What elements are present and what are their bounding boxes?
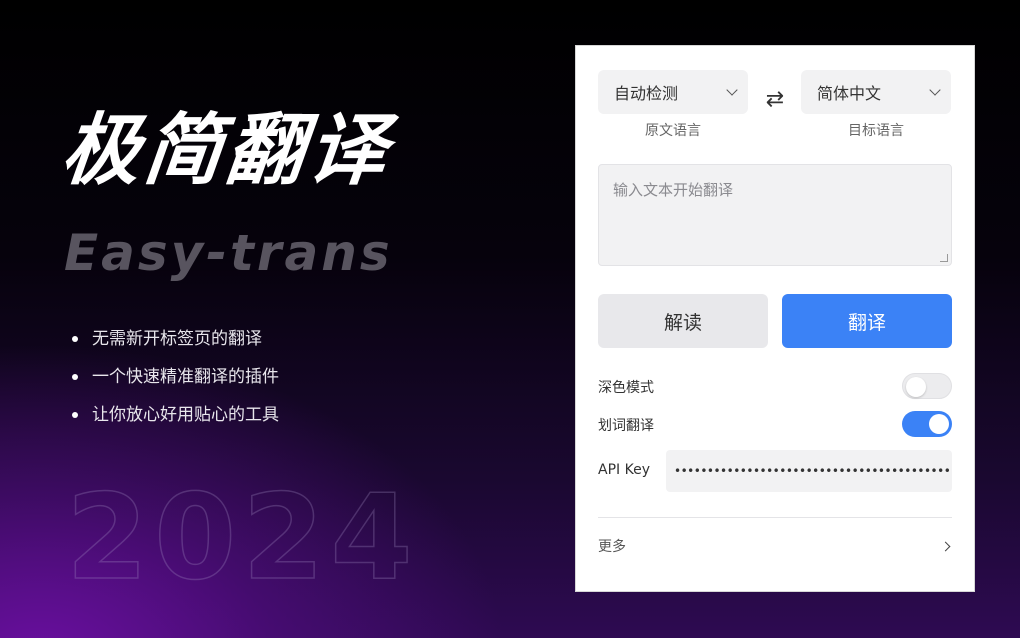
translate-button[interactable]: 翻译 — [782, 294, 952, 348]
translator-panel: 自动检测 ⇄ 简体中文 原文语言 目标语言 输入文本开始翻译 解读 翻译 深色模… — [575, 45, 975, 592]
feature-item: 一个快速精准翻译的插件 — [72, 366, 279, 404]
bullet-dot-icon — [72, 336, 78, 342]
dark-mode-label: 深色模式 — [598, 380, 654, 396]
word-select-toggle[interactable] — [902, 411, 952, 437]
api-key-label: API Key — [598, 462, 650, 478]
source-language-select[interactable]: 自动检测 — [598, 70, 748, 114]
feature-item: 让你放心好用贴心的工具 — [72, 404, 279, 442]
hero-subtitle: Easy-trans — [64, 224, 393, 282]
toggle-knob — [906, 377, 926, 397]
explain-button[interactable]: 解读 — [598, 294, 768, 348]
target-language-value: 简体中文 — [817, 84, 882, 103]
more-link-label[interactable]: 更多 — [598, 536, 626, 556]
target-language-caption: 目标语言 — [848, 123, 904, 139]
hero-title: 极简翻译 — [57, 106, 395, 196]
chevron-right-icon[interactable] — [940, 541, 951, 552]
api-key-input[interactable]: ••••••••••••••••••••••••••••••••••••••••… — [666, 450, 952, 492]
resize-handle-icon[interactable] — [940, 254, 948, 262]
source-language-caption: 原文语言 — [645, 123, 701, 139]
toggle-knob — [929, 414, 949, 434]
year-watermark: 2024 — [65, 468, 419, 606]
word-select-label: 划词翻译 — [598, 418, 654, 434]
swap-arrows-icon[interactable]: ⇄ — [762, 89, 788, 111]
feature-item: 无需新开标签页的翻译 — [72, 328, 279, 366]
dark-mode-toggle[interactable] — [902, 373, 952, 399]
bullet-dot-icon — [72, 412, 78, 418]
chevron-down-icon — [726, 84, 738, 96]
source-language-value: 自动检测 — [614, 84, 679, 103]
bullet-dot-icon — [72, 374, 78, 380]
input-placeholder: 输入文本开始翻译 — [613, 181, 734, 199]
target-language-select[interactable]: 简体中文 — [801, 70, 951, 114]
chevron-down-icon — [929, 84, 941, 96]
divider — [598, 517, 952, 518]
translate-input[interactable]: 输入文本开始翻译 — [598, 164, 952, 266]
feature-list: 无需新开标签页的翻译 一个快速精准翻译的插件 让你放心好用贴心的工具 — [72, 328, 279, 442]
